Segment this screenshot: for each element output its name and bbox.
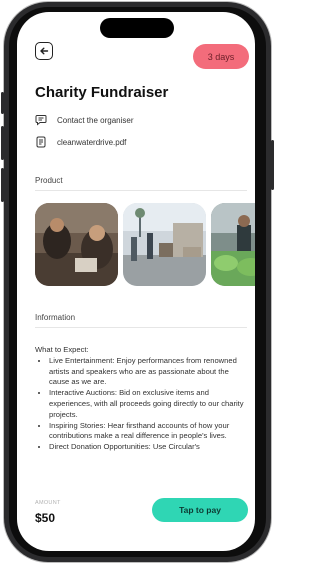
- contact-organiser-label: Contact the organiser: [57, 115, 134, 125]
- volume-up-button: [1, 126, 4, 160]
- dynamic-island: [100, 18, 174, 38]
- product-divider: [35, 190, 247, 191]
- product-photo-2[interactable]: [123, 203, 206, 286]
- list-item: Direct Donation Opportunities: Use Circu…: [49, 442, 247, 453]
- power-button: [271, 140, 274, 190]
- product-image-carousel[interactable]: [35, 203, 255, 286]
- information-divider: [35, 327, 247, 328]
- info-list: Live Entertainment: Enjoy performances f…: [35, 356, 247, 453]
- status-badge: 3 days: [193, 44, 249, 69]
- product-section-title: Product: [35, 176, 63, 185]
- product-photo-1[interactable]: [35, 203, 118, 286]
- information-section-title: Information: [35, 313, 76, 322]
- information-text: What to Expect: Live Entertainment: Enjo…: [35, 345, 247, 453]
- tap-to-pay-button[interactable]: Tap to pay: [152, 498, 248, 522]
- page-title: Charity Fundraiser: [35, 84, 169, 101]
- attachment-label: cleanwaterdrive.pdf: [57, 137, 127, 147]
- product-photo-3[interactable]: [211, 203, 255, 286]
- back-arrow-icon: [40, 47, 49, 55]
- amount-value: $50: [35, 511, 56, 525]
- list-item: Inspiring Stories: Hear firsthand accoun…: [49, 421, 247, 443]
- back-button[interactable]: [35, 42, 53, 60]
- app-screen: 3 days Charity Fundraiser Contact the or…: [17, 12, 255, 551]
- chat-bubble-icon: [35, 114, 47, 126]
- amount-label: AMOUNT: [35, 500, 61, 506]
- contact-organiser-link[interactable]: Contact the organiser: [35, 114, 134, 126]
- info-heading: What to Expect:: [35, 345, 89, 354]
- mute-switch: [1, 92, 4, 114]
- list-item: Live Entertainment: Enjoy performances f…: [49, 356, 247, 388]
- document-icon: [35, 136, 47, 148]
- list-item: Interactive Auctions: Bid on exclusive i…: [49, 388, 247, 420]
- volume-down-button: [1, 168, 4, 202]
- attachment-link[interactable]: cleanwaterdrive.pdf: [35, 136, 126, 148]
